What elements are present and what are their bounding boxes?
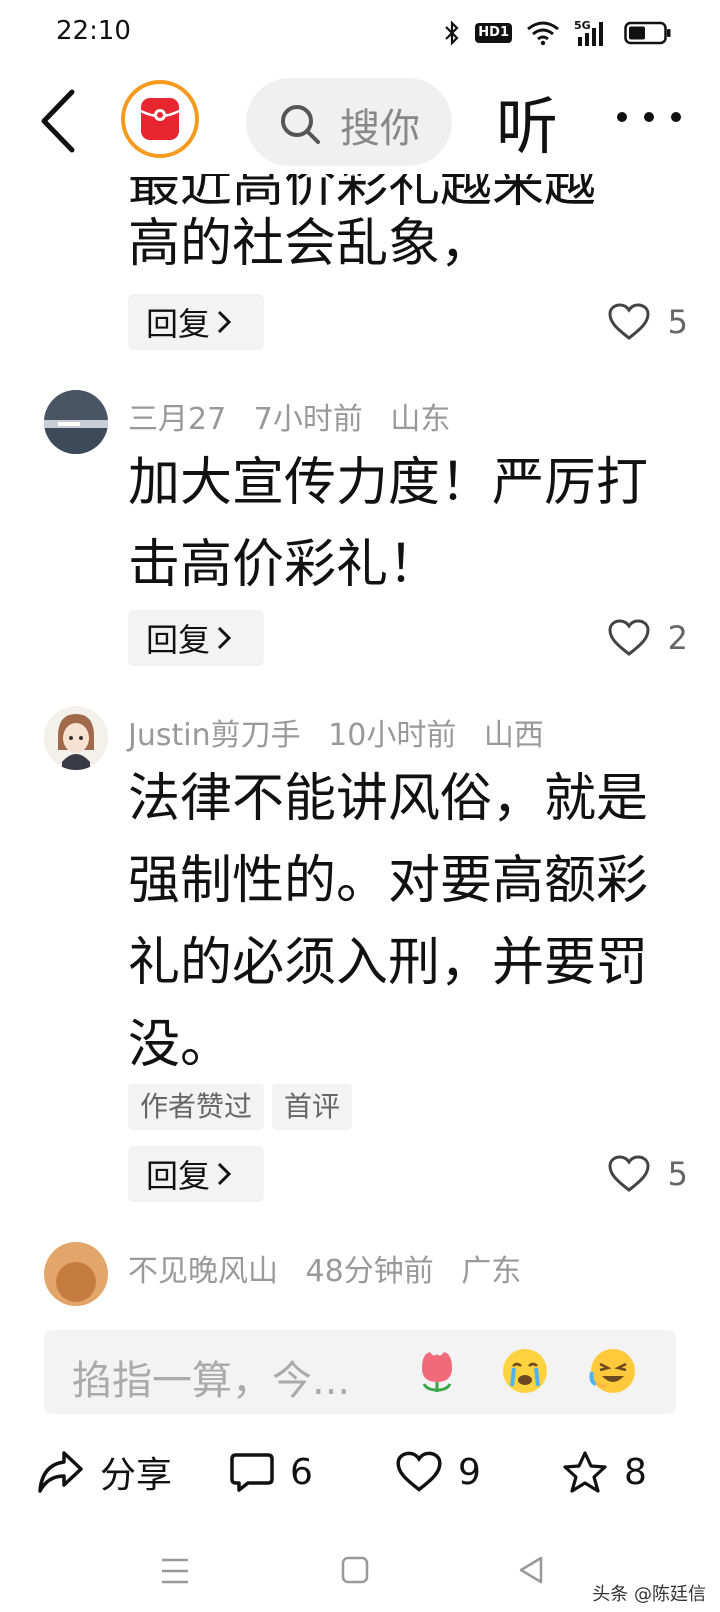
signal-5g-icon: 5G [574,19,603,46]
like-button[interactable]: 5 [608,1146,688,1202]
wifi-icon [527,21,559,46]
tulip-emoji-icon[interactable] [412,1346,462,1396]
crying-emoji-icon[interactable] [500,1346,550,1396]
reply-label: 回复 [146,621,211,659]
clipped-comment-line: 高的社会乱象， [128,214,493,274]
heart-icon [396,1451,442,1492]
battery-icon [624,21,671,45]
share-icon [38,1451,83,1493]
comment-text: 法律不能讲风俗，就是强制性的。对要高额彩礼的必须入刑，并要罚没。 [128,769,649,1075]
tag-author-liked: 作者赞过 [128,1084,265,1130]
comment-location: 山西 [483,718,544,753]
comment-button[interactable]: 6 [230,1444,313,1500]
share-button[interactable]: 分享 [36,1444,172,1500]
bluetooth-icon [445,20,459,46]
comment-icon [230,1453,274,1492]
like-count: 2 [667,619,688,657]
like-button[interactable]: 5 [608,294,688,350]
status-bar: 22:10 HD1 5G [0,0,720,64]
user-avatar[interactable] [44,1242,108,1306]
search-icon [281,105,320,144]
top-nav: 搜你 听 [0,64,720,174]
back-nav-icon[interactable] [516,1554,546,1588]
comment-text: 加大宣传力度！严厉打击高价彩礼！ [128,453,649,595]
status-time: 22:10 [56,16,131,46]
comment-time: 10小时前 [328,718,457,753]
heart-icon [608,619,650,656]
chevron-right-icon [217,626,232,650]
reply-button[interactable]: 回复 [128,1146,264,1202]
comment-username[interactable]: Justin剪刀手 [128,718,301,753]
heart-icon [608,1155,650,1192]
chevron-right-icon [217,1162,232,1186]
status-icons: HD1 5G [443,16,672,50]
comment-input[interactable]: 掐指一算，今... [44,1330,676,1414]
comment-count: 6 [290,1451,313,1493]
comment-meta: 三月27 7小时前 山东 [128,394,468,438]
reply-label: 回复 [146,1157,211,1195]
hd-badge: HD1 [475,23,512,43]
search-box[interactable]: 搜你 [246,78,452,166]
comment-time: 48分钟前 [305,1254,434,1289]
share-label: 分享 [100,1455,173,1496]
comment-input-placeholder: 掐指一算，今... [72,1358,351,1404]
reply-button[interactable]: 回复 [128,610,264,666]
like-article-button[interactable]: 9 [396,1444,481,1500]
back-icon[interactable] [34,86,84,156]
favorite-button[interactable]: 8 [562,1444,647,1500]
article-like-count: 9 [458,1451,481,1493]
menu-icon[interactable] [160,1554,190,1588]
heart-icon [608,303,650,340]
tag-first-comment: 首评 [272,1084,353,1130]
like-count: 5 [667,1155,688,1193]
more-icon[interactable] [614,102,684,132]
comment-username[interactable]: 不见晚风山 [128,1254,278,1289]
reply-label: 回复 [146,305,211,343]
svg-text:5G: 5G [574,19,591,32]
comment-username[interactable]: 三月27 [128,402,226,437]
comment-location: 广东 [461,1254,522,1289]
user-avatar[interactable] [44,390,108,454]
home-icon[interactable] [340,1554,370,1588]
like-button[interactable]: 2 [608,610,688,666]
star-icon [563,1451,607,1493]
like-count: 5 [667,303,688,341]
user-avatar[interactable] [44,706,108,770]
comment-meta: Justin剪刀手 10小时前 山西 [128,710,562,754]
watermark: 头条 @陈廷信 [592,1584,706,1605]
comment-feed: 最近高价彩礼越来越 高的社会乱象， 回复 5 三月27 7小时前 山东 加大宣传… [0,174,720,1310]
comment-meta: 不见晚风山 48分钟前 广东 [128,1246,539,1290]
author-avatar[interactable] [120,79,200,159]
search-placeholder: 搜你 [340,106,420,152]
action-bar: 分享 6 9 8 [0,1430,720,1514]
reply-button[interactable]: 回复 [128,294,264,350]
listen-button[interactable]: 听 [496,76,558,166]
comment-time: 7小时前 [253,402,363,437]
laughing-emoji-icon[interactable] [588,1346,638,1396]
chevron-right-icon [217,310,232,334]
comment-location: 山东 [390,402,451,437]
favorite-count: 8 [624,1451,647,1493]
